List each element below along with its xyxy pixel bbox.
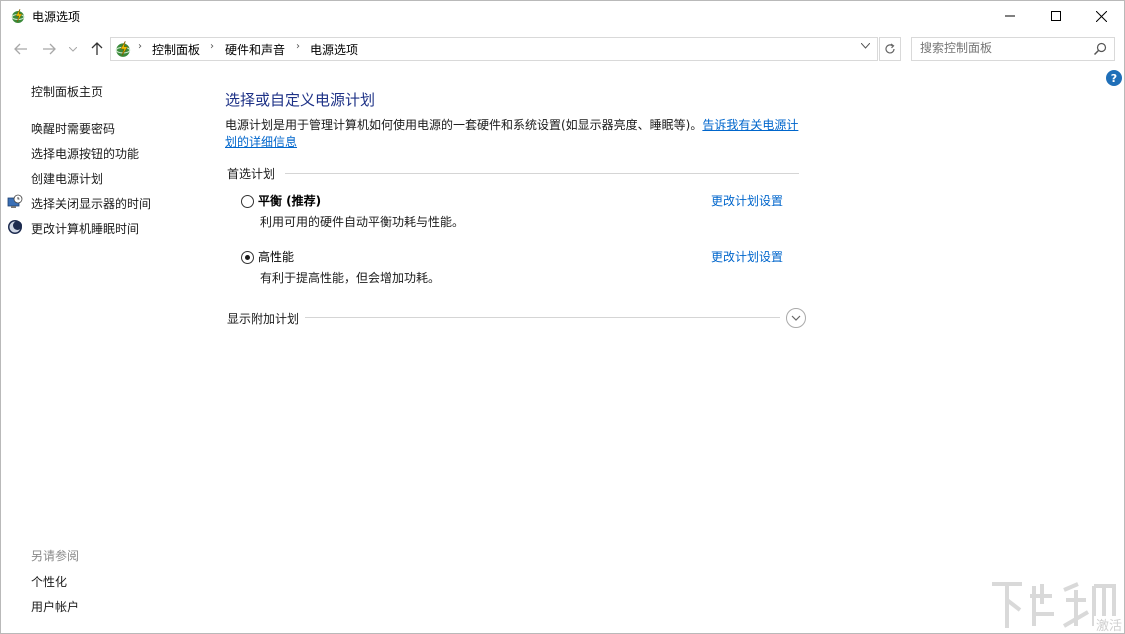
power-options-icon	[115, 40, 131, 57]
description-text: 电源计划是用于管理计算机如何使用电源的一套硬件和系统设置(如显示器亮度、睡眠等)…	[225, 118, 703, 132]
address-bar[interactable]: › 控制面板 › 硬件和声音 › 电源选项	[110, 37, 878, 61]
monitor-clock-icon	[7, 194, 23, 208]
preferred-plans-heading: 首选计划	[227, 167, 276, 181]
plan-radio-high-performance[interactable]	[241, 251, 254, 264]
sidebar-item-display-off-time[interactable]: 选择关闭显示器的时间	[31, 195, 151, 212]
page-description: 电源计划是用于管理计算机如何使用电源的一套硬件和系统设置(如显示器亮度、睡眠等)…	[225, 117, 805, 151]
sidebar-item-create-plan[interactable]: 创建电源计划	[31, 170, 103, 187]
plan-radio-balanced[interactable]	[241, 195, 254, 208]
arrow-left-icon	[14, 43, 27, 55]
sidebar-item-user-accounts[interactable]: 用户帐户	[31, 598, 79, 615]
breadcrumb-control-panel[interactable]: 控制面板	[152, 41, 200, 58]
plan-name-high-performance[interactable]: 高性能	[258, 248, 294, 265]
forward-button[interactable]	[39, 36, 59, 62]
chevron-down-icon	[69, 46, 77, 52]
breadcrumb-power-options[interactable]: 电源选项	[310, 41, 358, 58]
up-button[interactable]	[87, 36, 107, 62]
change-plan-settings-link-balanced[interactable]: 更改计划设置	[711, 192, 783, 209]
search-icon[interactable]	[1092, 41, 1108, 57]
sidebar-item-power-buttons[interactable]: 选择电源按钮的功能	[31, 145, 139, 162]
moon-icon	[8, 220, 22, 234]
search-box[interactable]	[911, 37, 1115, 61]
sidebar-item-sleep-time[interactable]: 更改计算机睡眠时间	[31, 220, 139, 237]
maximize-button[interactable]	[1033, 1, 1079, 31]
search-input[interactable]	[920, 41, 1090, 55]
left-navigation-pane: 控制面板主页 唤醒时需要密码 选择电源按钮的功能 创建电源计划 选择关闭显示器的…	[1, 63, 211, 633]
back-button[interactable]	[11, 36, 31, 62]
breadcrumb-hardware-sound[interactable]: 硬件和声音	[225, 41, 285, 58]
svg-text:激活: 激活	[1096, 619, 1122, 633]
power-options-icon	[11, 8, 25, 23]
refresh-icon	[885, 43, 895, 54]
see-also-heading: 另请参阅	[31, 549, 80, 563]
change-plan-settings-link-high-performance[interactable]: 更改计划设置	[711, 248, 783, 265]
address-dropdown-icon[interactable]	[860, 41, 871, 52]
divider	[305, 317, 780, 318]
close-icon	[1095, 10, 1107, 22]
close-button[interactable]	[1078, 1, 1124, 31]
help-icon[interactable]: ?	[1106, 70, 1122, 86]
plan-name-balanced[interactable]: 平衡 (推荐)	[258, 192, 321, 209]
breadcrumb-separator-icon[interactable]: ›	[138, 41, 142, 52]
sidebar-item-control-panel-home[interactable]: 控制面板主页	[31, 83, 103, 100]
expand-additional-plans-button[interactable]	[786, 308, 806, 328]
breadcrumb-separator-icon[interactable]: ›	[296, 41, 300, 52]
maximize-icon	[1051, 11, 1061, 21]
arrow-right-icon	[43, 43, 56, 55]
control-panel-window: 电源选项 › 控制面板 › 硬件和声音 › 电源选项 搜索控制面板 ? 控制面板…	[0, 0, 1125, 634]
sidebar-item-require-password[interactable]: 唤醒时需要密码	[31, 120, 115, 137]
sidebar-item-personalization[interactable]: 个性化	[31, 573, 67, 590]
breadcrumb-separator-icon[interactable]: ›	[210, 41, 214, 52]
plan-description-high-performance: 有利于提高性能，但会增加功耗。	[260, 271, 441, 285]
page-title: 选择或自定义电源计划	[225, 91, 376, 109]
navigation-bar: › 控制面板 › 硬件和声音 › 电源选项	[1, 36, 1124, 62]
chevron-down-icon	[791, 315, 801, 321]
divider	[285, 173, 799, 174]
refresh-button[interactable]	[879, 37, 901, 61]
watermark-logo: 激活	[992, 582, 1124, 633]
minimize-icon	[1005, 15, 1015, 17]
additional-plans-heading[interactable]: 显示附加计划	[227, 310, 299, 327]
arrow-up-icon	[91, 42, 103, 55]
plan-description-balanced: 利用可用的硬件自动平衡功耗与性能。	[260, 215, 465, 229]
title-bar: 电源选项	[1, 1, 1124, 31]
minimize-button[interactable]	[987, 1, 1033, 31]
recent-locations-dropdown[interactable]	[67, 36, 79, 62]
window-title: 电源选项	[32, 10, 81, 24]
